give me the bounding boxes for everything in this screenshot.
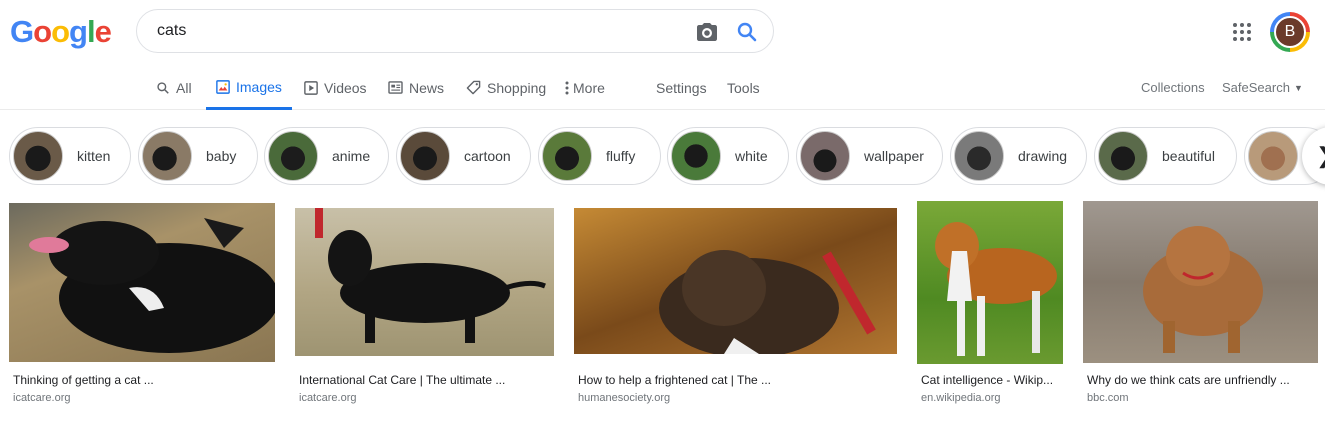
apps-grid-icon[interactable] (1232, 22, 1252, 42)
result-source[interactable]: icatcare.org (299, 392, 356, 404)
news-icon (388, 81, 403, 94)
result-title[interactable]: Thinking of getting a cat ... (13, 373, 154, 387)
video-icon (304, 80, 318, 95)
result-title[interactable]: International Cat Care | The ultimate ..… (299, 373, 505, 387)
tag-icon (466, 80, 481, 95)
logo-letter: l (86, 14, 96, 49)
search-icon[interactable] (735, 20, 759, 49)
related-searches: kitten baby anime cartoon fluffy white w… (0, 125, 1325, 187)
result-source[interactable]: icatcare.org (13, 392, 70, 404)
result-title[interactable]: Cat intelligence - Wikip... (921, 373, 1053, 387)
chip-thumbnail (142, 131, 192, 181)
logo-letter: o (33, 14, 52, 49)
camera-icon[interactable] (695, 20, 719, 49)
chip-label: baby (206, 148, 237, 164)
chip-thumbnail (954, 131, 1004, 181)
chip-label: wallpaper (864, 148, 924, 164)
tab-tools[interactable]: Tools (727, 66, 760, 109)
chip-label: drawing (1018, 148, 1068, 164)
tab-settings[interactable]: Settings (656, 66, 707, 109)
result-image[interactable] (1083, 201, 1318, 363)
search-tabs: All Images Videos News Shopping More Set… (0, 66, 1325, 110)
tab-label: All (176, 79, 192, 96)
search-icon (157, 81, 169, 94)
image-icon (216, 79, 230, 94)
chip-thumbnail (800, 131, 850, 181)
chip-thumbnail (268, 131, 318, 181)
tab-shopping[interactable]: Shopping (466, 66, 546, 109)
tab-more[interactable]: More (565, 66, 605, 109)
logo-letter: o (51, 14, 70, 49)
caret-down-icon: ▼ (1293, 82, 1303, 93)
more-vert-icon (565, 81, 569, 94)
chip-kitten[interactable]: kitten (9, 127, 131, 185)
result-image[interactable] (9, 203, 275, 362)
account-avatar[interactable]: B (1270, 12, 1310, 52)
chip-label: fluffy (606, 148, 636, 164)
avatar-initial: B (1274, 16, 1306, 48)
result-title[interactable]: How to help a frightened cat | The ... (578, 373, 771, 387)
chip-label: kitten (77, 148, 111, 164)
chip-thumbnail (671, 131, 721, 181)
chip-anime[interactable]: anime (264, 127, 389, 185)
tab-label: Shopping (487, 79, 547, 96)
tab-label: News (409, 79, 445, 96)
result-source[interactable]: bbc.com (1087, 392, 1129, 404)
chip-thumbnail (400, 131, 450, 181)
chip-label: anime (332, 148, 371, 164)
chip-baby[interactable]: baby (138, 127, 258, 185)
chip-white[interactable]: white (667, 127, 789, 185)
tab-videos[interactable]: Videos (304, 66, 367, 109)
search-input[interactable] (157, 22, 677, 40)
result-image[interactable] (917, 201, 1063, 364)
chip-label: cartoon (464, 148, 511, 164)
chip-label: beautiful (1162, 148, 1215, 164)
chip-thumbnail (1248, 131, 1298, 181)
chip-wallpaper[interactable]: wallpaper (796, 127, 943, 185)
result-title[interactable]: Why do we think cats are unfriendly ... (1087, 373, 1290, 387)
chip-beautiful[interactable]: beautiful (1094, 127, 1237, 185)
chip-thumbnail (13, 131, 63, 181)
chip-label: white (735, 148, 768, 164)
chip-fluffy[interactable]: fluffy (538, 127, 661, 185)
tab-images[interactable]: Images (206, 66, 292, 110)
tab-label: Settings (656, 79, 707, 96)
tab-all[interactable]: All (156, 66, 192, 109)
tab-label: More (573, 79, 605, 96)
safesearch-dropdown[interactable]: SafeSearch ▼ (1222, 66, 1303, 109)
tab-news[interactable]: News (388, 66, 444, 109)
result-source[interactable]: humanesociety.org (578, 392, 670, 404)
tab-label: Tools (727, 79, 760, 96)
result-source[interactable]: en.wikipedia.org (921, 392, 1001, 404)
logo-letter: g (69, 14, 88, 49)
logo-letter: e (94, 14, 112, 49)
logo-letter: G (10, 14, 34, 49)
safesearch-label: SafeSearch (1222, 80, 1290, 95)
google-logo[interactable]: Google (10, 14, 112, 50)
chip-thumbnail (1098, 131, 1148, 181)
collections-label: Collections (1141, 80, 1205, 95)
chip-drawing[interactable]: drawing (950, 127, 1087, 185)
chip-cartoon[interactable]: cartoon (396, 127, 531, 185)
result-image[interactable] (574, 208, 897, 354)
result-image[interactable] (295, 208, 554, 356)
chip-thumbnail (542, 131, 592, 181)
collections-link[interactable]: Collections (1141, 66, 1205, 109)
tab-label: Videos (324, 79, 367, 96)
search-box (136, 9, 774, 53)
tab-label: Images (236, 78, 282, 95)
